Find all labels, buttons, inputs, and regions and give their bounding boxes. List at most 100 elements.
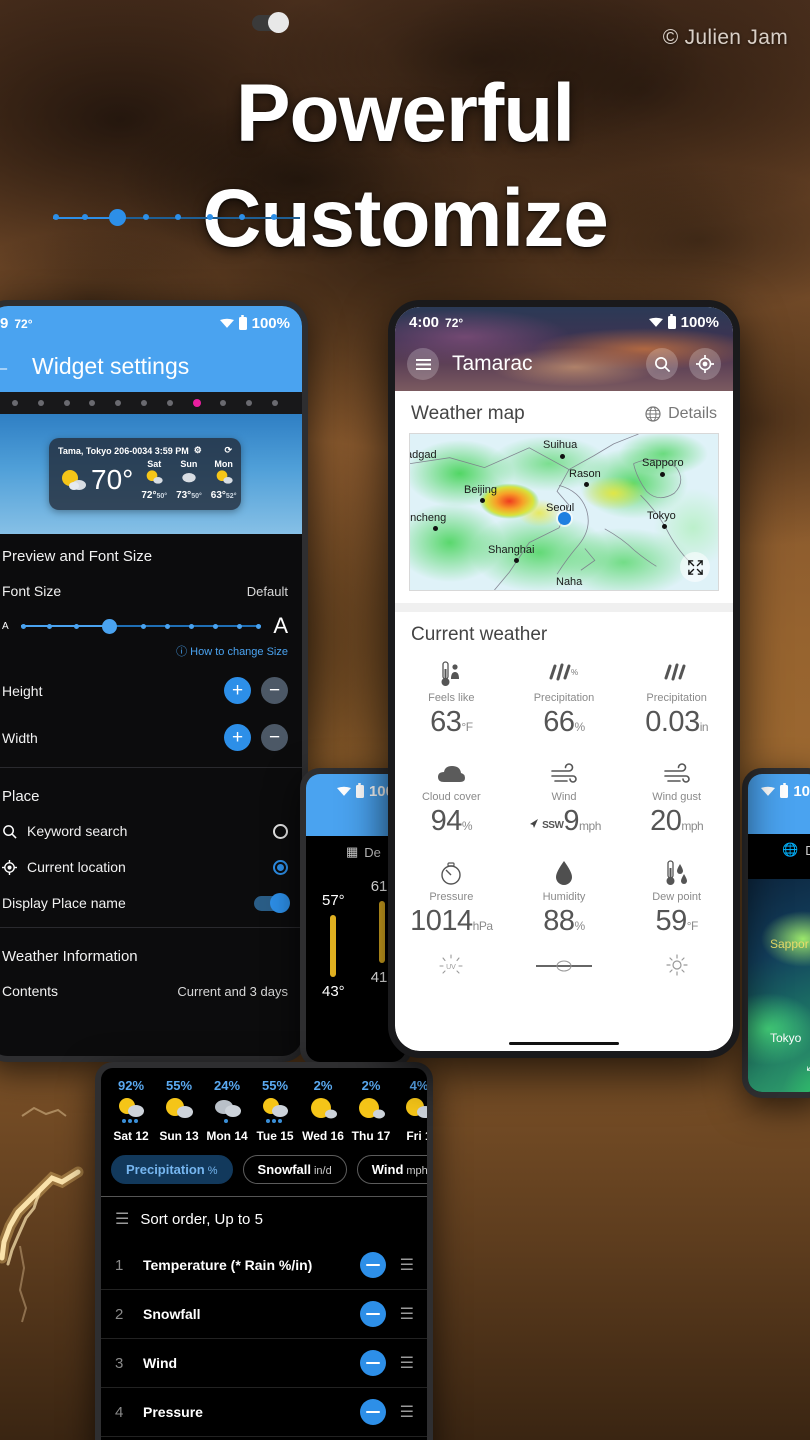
metric-wind[interactable]: Wind SSW9mph [508,749,621,849]
forecast-day[interactable]: 55% Sun 13 [155,1078,203,1143]
font-size-slider-knob[interactable] [102,618,118,634]
metric-feels-like[interactable]: Feels like 63°F [395,650,508,749]
widget-day-name: Sun [180,459,198,469]
drag-handle-icon[interactable]: ☰ [400,1402,414,1422]
zoom-level-slider-knob[interactable] [109,209,126,227]
current-location-radio-selected[interactable] [273,859,288,875]
metric-humidity[interactable]: Humidity 88% [508,849,621,948]
uv-index-icon[interactable]: UV [395,952,508,978]
widget-preview-card[interactable]: Tama, Tokyo 206-0034 3:59 PM ⚙ ⟳ 70° Sat [49,438,241,510]
pager-dot-active[interactable] [192,399,201,407]
weather-map[interactable]: adgad Suihua Sapporo Rason Beijing Seoul… [409,433,719,591]
sort-order-row[interactable]: 3 Wind ☰ [101,1339,427,1388]
weather-map-details-link[interactable]: Details [645,405,717,423]
pager-dot[interactable] [11,400,18,406]
chip-snowfall[interactable]: Snowfall in/d [242,1155,347,1184]
remove-button[interactable] [359,1350,386,1376]
zoom-level-slider[interactable] [5,205,300,231]
metric-cloud-cover[interactable]: Cloud cover 94% [395,749,508,849]
hamburger-menu-icon[interactable] [407,348,439,380]
metric-unit: °F [461,720,473,734]
metric-pressure[interactable]: Pressure 1014hPa [395,849,508,948]
sun-icon[interactable] [620,952,733,978]
widget-style-pager[interactable] [0,392,302,414]
sunrise-sunset-icon[interactable] [508,952,621,978]
rain-sun-cloud-icon [251,1093,299,1127]
metric-chips[interactable]: Precipitation% Snowfall in/d Wind mph [101,1147,427,1196]
display-place-name-row[interactable]: Display Place name [0,885,302,921]
sort-order-row[interactable]: 2 Snowfall ☰ [101,1290,427,1339]
keyword-search-radio[interactable] [273,823,288,839]
pager-dot[interactable] [272,400,279,406]
back-arrow-icon[interactable]: ← [0,352,12,380]
remove-button[interactable] [359,1301,386,1327]
right-details-row[interactable]: 🌐 D [748,834,810,866]
forecast-day[interactable]: 24% Mon 14 [203,1078,251,1143]
daily-forecast-strip[interactable]: 92% Sat 12 55% Sun 13 24% Mon 14 55% Tue… [101,1068,427,1147]
contents-row[interactable]: Contents Current and 3 days [0,973,302,1009]
dark-weather-map[interactable]: Sappor Tokyo Naha ⤢ [748,879,810,1092]
metric-dew-point[interactable]: Dew point 59°F [620,849,733,948]
sun-behind-cloud-icon [146,470,163,484]
pager-dot[interactable] [246,400,253,406]
forecast-day[interactable]: 55% Tue 15 [251,1078,299,1143]
font-small-label: A [2,620,9,632]
grid-icon: ▦ [346,844,359,859]
main-place-name[interactable]: Tamarac [452,352,533,376]
sun-icon [299,1093,347,1127]
keyword-search-row[interactable]: Keyword search [0,813,302,849]
remove-button[interactable] [359,1399,386,1425]
forecast-day[interactable]: 4% Fri 1 [395,1078,427,1143]
metric-precipitation-percent[interactable]: % Precipitation 66% [508,650,621,749]
forecast-day[interactable]: 92% Sat 12 [107,1078,155,1143]
height-plus-button[interactable]: + [224,677,251,704]
left-status-bar: 9 72° 100% [0,306,302,340]
font-size-slider[interactable] [20,617,262,635]
how-to-change-size-link[interactable]: ⓘ How to change Size [0,641,302,667]
forecast-day[interactable]: 2% Thu 17 [347,1078,395,1143]
width-plus-button[interactable]: + [224,724,251,751]
widget-preview-stage: Tama, Tokyo 206-0034 3:59 PM ⚙ ⟳ 70° Sat [0,414,302,534]
drag-handle-icon[interactable]: ☰ [400,1255,414,1275]
locate-icon[interactable] [689,348,721,380]
pager-dot[interactable] [115,400,122,406]
metric-label: Pressure [429,890,474,903]
forecast-precip-pct: 24% [213,1078,241,1093]
sort-order-row[interactable]: 1 Temperature (* Rain %/in) ☰ [101,1241,427,1290]
main-weather-phone: 4:00 72° 100% Tamarac Weather map Detail… [388,300,740,1058]
drag-handle-icon[interactable]: ☰ [400,1353,414,1373]
pager-dot[interactable] [89,400,96,406]
map-label-beijing: Beijing [464,484,498,496]
refresh-icon[interactable]: ⟳ [224,445,232,456]
divider [0,927,302,928]
metric-precipitation-in[interactable]: Precipitation 0.03in [620,650,733,749]
font-size-slider-row[interactable]: A A [0,609,302,641]
map-dot [662,524,667,529]
fullscreen-icon[interactable] [680,552,710,582]
fullscreen-icon[interactable]: ⤢ [806,1057,810,1074]
width-minus-button[interactable]: − [261,724,288,751]
pager-dot[interactable] [220,400,227,406]
pager-dot[interactable] [63,400,70,406]
metric-wind-gust[interactable]: Wind gust 20mph [620,749,733,849]
current-location-row[interactable]: Current location [0,849,302,885]
drag-handle-icon[interactable]: ☰ [400,1304,414,1324]
pager-dot[interactable] [140,400,147,406]
copyright-text: © Julien Jam [662,26,788,49]
chip-wind[interactable]: Wind mph [356,1155,427,1184]
chip-precipitation[interactable]: Precipitation% [111,1155,233,1184]
gear-icon[interactable]: ⚙ [194,445,202,456]
sort-order-row[interactable]: 4 Pressure ☰ [101,1388,427,1437]
search-icon[interactable] [646,348,678,380]
keyword-search-label: Keyword search [27,823,128,839]
pager-dot[interactable] [37,400,44,406]
height-minus-button[interactable]: − [261,677,288,704]
forecast-day[interactable]: 2% Wed 16 [299,1078,347,1143]
pager-dot[interactable] [166,400,173,406]
map-dot [480,498,485,503]
remove-button[interactable] [359,1252,386,1278]
display-details-toggle[interactable] [252,12,289,33]
metric-label: Feels like [428,692,475,704]
sort-order-name: Temperature (* Rain %/in) [143,1257,313,1273]
display-place-name-toggle[interactable] [254,892,290,913]
